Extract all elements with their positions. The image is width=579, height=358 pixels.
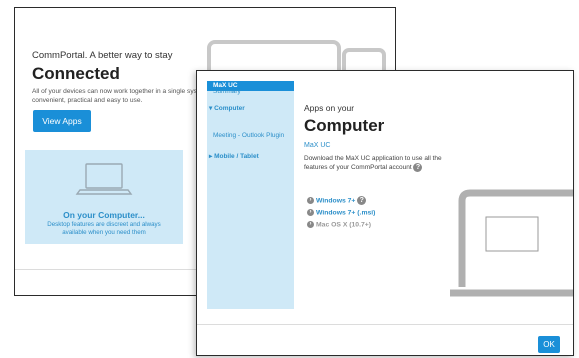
app-name-link[interactable]: MaX UC [304,142,330,149]
card-text: Desktop features are discreet and always… [47,221,161,236]
apps-dialog: Summary ▾ Computer MaX UC Meeting - Outl… [196,70,574,356]
footer-divider [197,324,573,325]
download-label: Windows 7+ (.msi) [316,209,376,217]
sidebar-item-summary[interactable]: Summary [213,88,241,95]
page-kicker: Apps on your [304,103,355,113]
card-title: On your Computer... [63,210,145,220]
app-description: Download the MaX UC application to use a… [304,154,449,172]
dialog-subtitle: CommPortal. A better way to stay [32,50,173,61]
computer-feature-card[interactable]: On your Computer... Desktop features are… [25,150,183,244]
help-icon[interactable]: ? [357,196,367,205]
laptop-icon [75,163,133,195]
download-label: Mac OS X (10.7+) [316,221,371,229]
help-icon[interactable]: ? [413,163,423,172]
view-apps-button[interactable]: View Apps [33,110,91,132]
sidebar-item-mobile[interactable]: ▸ Mobile / Tablet [209,152,259,160]
sidebar-item-label: Mobile / Tablet [214,153,259,160]
sidebar-item-label: Computer [214,105,245,112]
download-windows-link[interactable]: › Windows 7+ ? [307,196,367,205]
sidebar-item-label: MaX UC [213,82,238,89]
download-icon: › [307,197,314,204]
ok-button[interactable]: OK [538,336,560,353]
download-label: Windows 7+ [316,197,356,205]
page-title: Computer [304,116,385,135]
download-windows-msi-link[interactable]: › Windows 7+ (.msi) [307,209,375,216]
download-icon: › [307,221,314,228]
download-mac-link[interactable]: › Mac OS X (10.7+) [307,221,371,228]
laptop-icon [450,189,573,297]
dialog-title: Connected [32,64,120,83]
sidebar-item-meeting-plugin[interactable]: Meeting - Outlook Plugin [213,132,284,139]
download-icon: › [307,209,314,216]
apps-sidebar: Summary ▾ Computer MaX UC Meeting - Outl… [207,81,294,309]
sidebar-item-computer[interactable]: ▾ Computer [209,104,245,112]
